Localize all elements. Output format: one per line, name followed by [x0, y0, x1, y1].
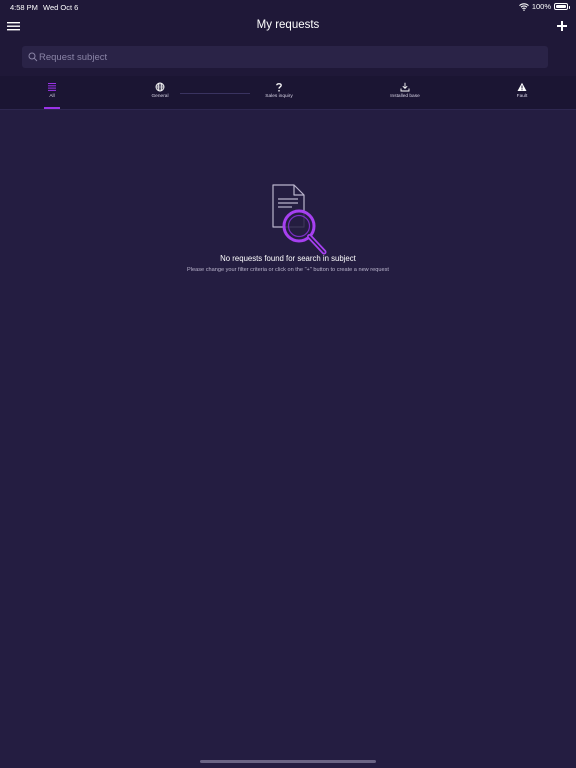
- tab-installed-base[interactable]: Installed base: [375, 76, 435, 109]
- tab-divider: [180, 93, 250, 94]
- search-bar[interactable]: [22, 46, 548, 68]
- tab-fault[interactable]: Fault: [502, 76, 542, 109]
- battery-icon: [554, 3, 570, 10]
- warning-icon: [517, 82, 527, 91]
- tab-label-fault: Fault: [516, 94, 528, 99]
- status-bar: 4:58 PM Wed Oct 6 100%: [0, 0, 576, 14]
- wifi-icon: [518, 2, 529, 11]
- battery-level-fill: [556, 5, 566, 8]
- navigation-bar: My requests: [0, 14, 576, 40]
- add-request-button[interactable]: [554, 18, 570, 34]
- header-area: 4:58 PM Wed Oct 6 100% My requests: [0, 0, 576, 76]
- empty-state-subtitle: Please change your filter criteria or cl…: [187, 267, 389, 273]
- download-icon: [400, 82, 410, 92]
- list-icon: [48, 83, 56, 91]
- plus-icon: [557, 21, 567, 31]
- globe-icon: [155, 82, 165, 92]
- status-time: 4:58 PM: [10, 3, 38, 12]
- tab-label-sales-inquiry: Sales inquiry: [265, 94, 293, 99]
- document-search-icon: [272, 184, 327, 255]
- search-icon: [28, 52, 38, 62]
- page-title: My requests: [256, 19, 320, 31]
- empty-state-title: No requests found for search in subject: [220, 254, 356, 263]
- tab-label-installed-base: Installed base: [390, 94, 420, 99]
- status-indicators: 100%: [518, 2, 570, 11]
- search-input[interactable]: [39, 46, 539, 68]
- category-tab-bar: All General Sales inquiry Installed base: [0, 76, 576, 110]
- tab-general[interactable]: General: [135, 76, 185, 109]
- home-indicator[interactable]: [200, 760, 376, 763]
- tab-label-all: All: [49, 94, 55, 99]
- tab-all[interactable]: All: [32, 76, 72, 109]
- question-mark-icon: [276, 83, 282, 92]
- status-date: Wed Oct 6: [43, 3, 79, 12]
- tab-sales-inquiry[interactable]: Sales inquiry: [249, 76, 309, 109]
- tab-label-general: General: [151, 94, 169, 99]
- selected-tab-indicator: [44, 107, 60, 109]
- battery-percentage: 100%: [531, 2, 551, 11]
